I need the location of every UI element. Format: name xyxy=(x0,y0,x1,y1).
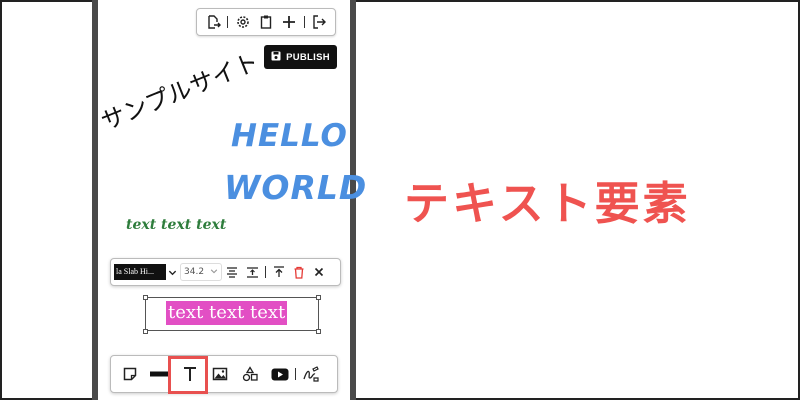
resize-handle[interactable] xyxy=(316,295,321,300)
line-spacing-icon[interactable] xyxy=(242,262,262,282)
save-icon xyxy=(271,51,281,64)
export-icon[interactable] xyxy=(204,13,222,31)
font-size-value: 34.2 xyxy=(184,267,205,277)
image-icon[interactable] xyxy=(205,359,235,389)
selected-text-element[interactable]: text text text xyxy=(166,301,288,325)
world-text[interactable]: WORLD xyxy=(224,168,367,207)
youtube-icon[interactable] xyxy=(265,359,295,389)
green-text-element[interactable]: text text text xyxy=(126,217,226,233)
hello-text[interactable]: HELLO xyxy=(231,118,348,154)
chevron-down-icon xyxy=(210,267,218,278)
delete-icon[interactable] xyxy=(289,262,309,282)
toolbar-divider xyxy=(227,16,229,28)
clipboard-icon[interactable] xyxy=(257,13,275,31)
chevron-down-icon[interactable] xyxy=(166,268,178,277)
publish-button[interactable]: PUBLISH xyxy=(264,45,337,69)
settings-icon[interactable] xyxy=(234,13,252,31)
toolbar-divider xyxy=(303,16,305,28)
font-family-select[interactable]: la Slab Hi... xyxy=(114,264,166,280)
align-icon[interactable] xyxy=(222,262,242,282)
text-format-toolbar: la Slab Hi... 34.2 xyxy=(110,258,341,286)
active-tool-highlight xyxy=(168,356,208,394)
font-size-select[interactable]: 34.2 xyxy=(180,263,222,281)
toolbar-divider xyxy=(265,266,266,278)
logout-icon[interactable] xyxy=(310,13,328,31)
sticky-note-icon[interactable] xyxy=(115,359,145,389)
sign-icon[interactable] xyxy=(296,359,326,389)
top-toolbar xyxy=(196,8,336,36)
resize-handle[interactable] xyxy=(143,329,148,334)
element-toolbar xyxy=(110,355,338,393)
resize-handle[interactable] xyxy=(316,329,321,334)
caption-title: テキスト要素 xyxy=(404,177,691,230)
close-icon[interactable] xyxy=(309,262,329,282)
add-icon[interactable] xyxy=(280,13,298,31)
publish-label: PUBLISH xyxy=(286,51,330,63)
resize-handle[interactable] xyxy=(143,295,148,300)
shapes-icon[interactable] xyxy=(235,359,265,389)
bring-front-icon[interactable] xyxy=(269,262,289,282)
